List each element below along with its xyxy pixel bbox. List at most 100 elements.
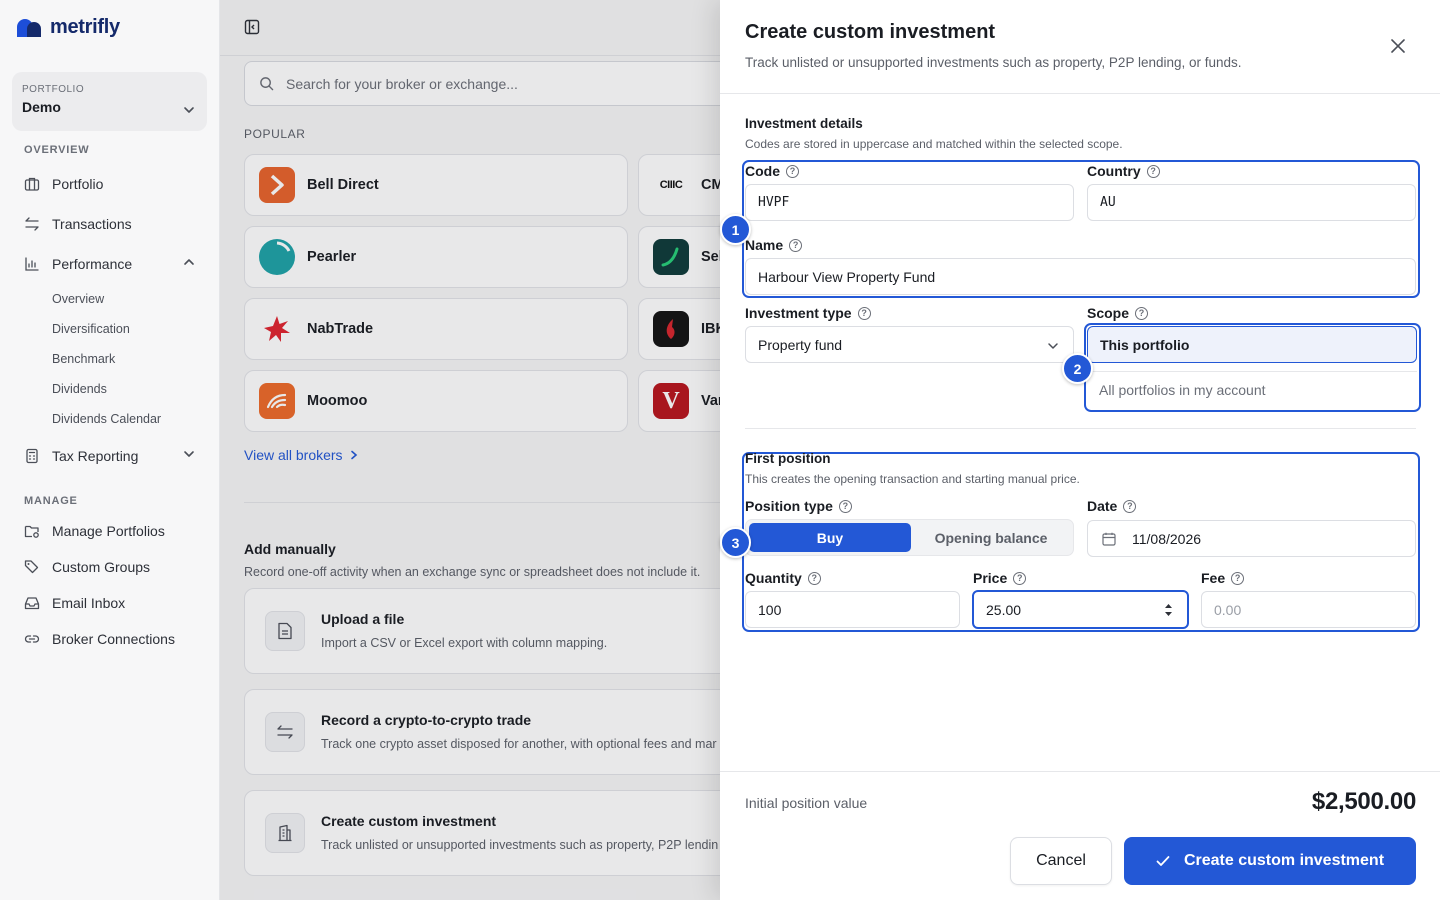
sidebar-item-tax-reporting[interactable]: Tax Reporting: [24, 444, 199, 468]
quantity-input[interactable]: 100: [745, 591, 960, 628]
scope-option-this-portfolio[interactable]: This portfolio: [1087, 326, 1417, 363]
initial-value-label: Initial position value: [745, 795, 868, 811]
scope-option-label: All portfolios in my account: [1099, 382, 1266, 398]
close-button[interactable]: [1390, 38, 1406, 54]
drawer-subtitle: Track unlisted or unsupported investment…: [745, 55, 1242, 70]
sidebar-item-label: Manage Portfolios: [52, 523, 165, 539]
sidebar-item-portfolio[interactable]: Portfolio: [24, 172, 199, 196]
help-icon[interactable]: ?: [1123, 499, 1137, 513]
fee-label-text: Fee: [1201, 570, 1226, 586]
price-value: 25.00: [986, 601, 1022, 618]
investment-type-label-text: Investment type: [745, 305, 852, 321]
sidebar-subitem-dividends[interactable]: Dividends: [52, 382, 107, 396]
name-value: Harbour View Property Fund: [758, 268, 936, 285]
inbox-icon: [24, 597, 40, 610]
scope-option-all-portfolios[interactable]: All portfolios in my account: [1087, 371, 1417, 408]
sidebar-subitem-diversification[interactable]: Diversification: [52, 322, 130, 336]
bar-chart-icon: [25, 257, 39, 271]
sidebar-item-label: Tax Reporting: [52, 448, 139, 464]
create-investment-drawer: Create custom investment Track unlisted …: [720, 0, 1440, 900]
initial-value-amount: $2,500.00: [1311, 788, 1416, 815]
position-type-toggle: Buy Opening balance: [745, 519, 1074, 556]
sidebar-item-label: Broker Connections: [52, 631, 175, 647]
sidebar-item-manage-portfolios[interactable]: Manage Portfolios: [24, 519, 199, 543]
investment-type-label: Investment type ?: [745, 305, 871, 321]
help-icon[interactable]: ?: [786, 164, 799, 178]
sidebar-item-label: Transactions: [52, 216, 132, 232]
first-position-title: First position: [745, 451, 831, 466]
portfolio-value: Demo: [22, 99, 61, 115]
quantity-label-text: Quantity: [745, 570, 802, 586]
country-label-text: Country: [1087, 163, 1141, 179]
sidebar-item-performance[interactable]: Performance: [24, 252, 199, 276]
scope-label-text: Scope: [1087, 305, 1130, 321]
section-label-manage: MANAGE: [24, 495, 78, 507]
country-input[interactable]: AU: [1087, 184, 1416, 221]
portfolio-selector[interactable]: PORTFOLIO Demo: [12, 72, 207, 131]
help-icon[interactable]: ?: [1013, 571, 1027, 585]
date-label: Date ?: [1087, 498, 1137, 514]
date-value: 11/08/2026: [1132, 530, 1202, 547]
stepper-arrows-icon[interactable]: [1164, 602, 1173, 618]
tags-icon: [24, 560, 39, 574]
country-label: Country ?: [1087, 163, 1160, 179]
name-input[interactable]: Harbour View Property Fund: [745, 258, 1416, 295]
check-icon: [1156, 856, 1170, 866]
sidebar-item-custom-groups[interactable]: Custom Groups: [24, 555, 199, 579]
position-type-buy[interactable]: Buy: [749, 523, 911, 552]
create-investment-button[interactable]: Create custom investment: [1124, 837, 1416, 885]
chevron-up-icon: [184, 259, 194, 265]
country-value: AU: [1100, 195, 1116, 210]
investment-type-select[interactable]: Property fund: [745, 326, 1074, 363]
calendar-icon: [1102, 532, 1116, 546]
section-divider: [745, 428, 1416, 429]
create-button-label: Create custom investment: [1183, 852, 1385, 869]
sidebar-subitem-benchmark[interactable]: Benchmark: [52, 352, 115, 366]
help-icon[interactable]: ?: [789, 238, 803, 252]
logo-mark-icon: [17, 18, 41, 37]
sidebar-item-label: Custom Groups: [52, 559, 151, 575]
sidebar-item-broker-connections[interactable]: Broker Connections: [24, 627, 199, 651]
sidebar: metrifly PORTFOLIO Demo OVERVIEW Portfol…: [0, 0, 220, 900]
help-icon[interactable]: ?: [1146, 164, 1160, 178]
help-icon[interactable]: ?: [1231, 571, 1245, 585]
help-icon[interactable]: ?: [807, 571, 821, 585]
drawer-footer: Initial position value $2,500.00 Cancel …: [720, 771, 1440, 900]
portfolio-label: PORTFOLIO: [22, 84, 85, 95]
position-type-opening-balance[interactable]: Opening balance: [911, 523, 1071, 552]
price-input[interactable]: 25.00: [972, 590, 1189, 629]
sidebar-subitem-overview[interactable]: Overview: [52, 292, 104, 306]
step-badge-2: 2: [1062, 353, 1093, 384]
chevron-down-icon: [184, 451, 194, 457]
scope-option-label: This portfolio: [1100, 336, 1190, 353]
date-input[interactable]: 11/08/2026: [1087, 520, 1416, 557]
quantity-label: Quantity ?: [745, 570, 821, 586]
sidebar-item-label: Performance: [52, 256, 133, 272]
code-label-text: Code: [745, 163, 780, 179]
app-logo[interactable]: metrifly: [16, 16, 120, 39]
fee-label: Fee ?: [1201, 570, 1245, 586]
help-icon[interactable]: ?: [857, 306, 871, 320]
sidebar-item-label: Email Inbox: [52, 595, 126, 611]
scope-label: Scope ?: [1087, 305, 1149, 321]
folder-settings-icon: [24, 525, 39, 538]
sidebar-item-label: Portfolio: [52, 176, 104, 192]
details-section-subtitle: Codes are stored in uppercase and matche…: [745, 137, 1123, 151]
cancel-button[interactable]: Cancel: [1010, 837, 1112, 885]
code-input[interactable]: HVPF: [745, 184, 1074, 221]
date-label-text: Date: [1087, 498, 1118, 514]
briefcase-icon: [24, 177, 40, 191]
first-position-subtitle: This creates the opening transaction and…: [745, 472, 1080, 486]
link-icon: [24, 635, 40, 643]
sidebar-subitem-dividends-calendar[interactable]: Dividends Calendar: [52, 412, 161, 426]
close-icon: [1391, 39, 1405, 53]
name-label: Name ?: [745, 237, 803, 253]
fee-input[interactable]: 0.00: [1201, 591, 1416, 628]
drawer-title: Create custom investment: [745, 21, 996, 43]
calculator-icon: [26, 448, 38, 464]
sidebar-item-email-inbox[interactable]: Email Inbox: [24, 591, 199, 615]
name-label-text: Name: [745, 237, 784, 253]
help-icon[interactable]: ?: [1135, 306, 1149, 320]
help-icon[interactable]: ?: [838, 499, 852, 513]
sidebar-item-transactions[interactable]: Transactions: [24, 212, 199, 236]
